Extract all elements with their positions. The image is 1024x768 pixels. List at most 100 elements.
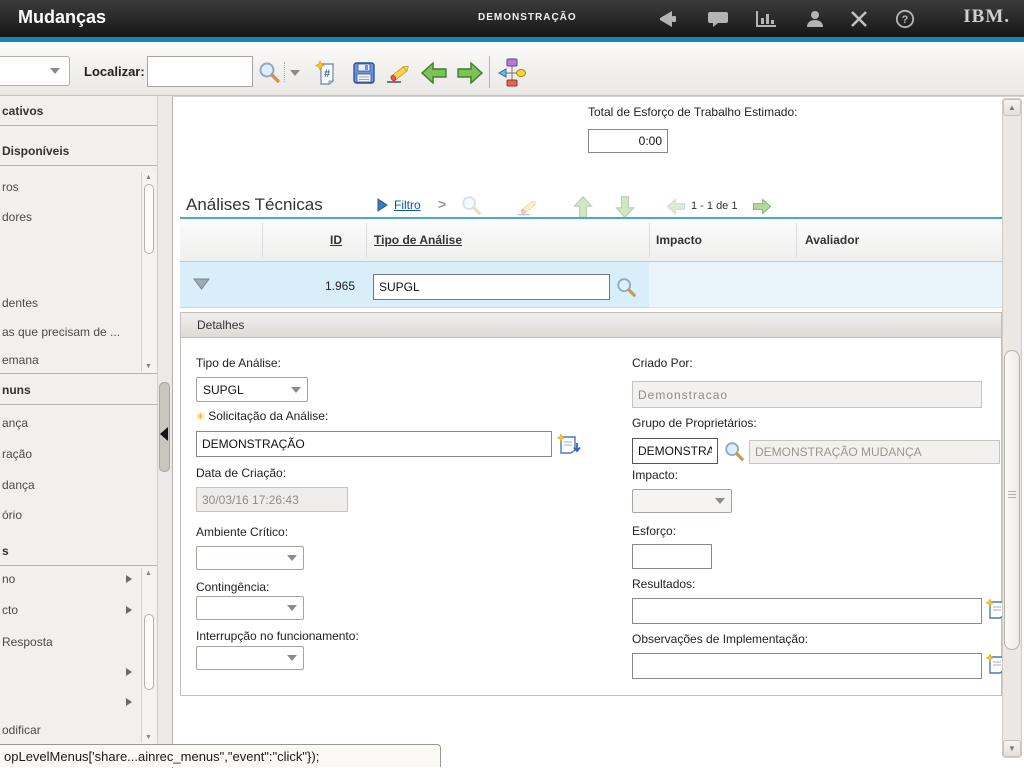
filter-chevron: >: [438, 196, 446, 212]
details-tab[interactable]: Detalhes: [181, 313, 1001, 338]
contingencia-label: Contingência:: [196, 580, 269, 594]
search-icon[interactable]: [255, 56, 283, 88]
esforco-input[interactable]: [632, 544, 712, 569]
solicitacao-input[interactable]: [196, 431, 552, 457]
table-clear-icon[interactable]: [515, 196, 541, 218]
sidebar-section-label: nuns: [0, 383, 31, 397]
scroll-down-icon[interactable]: ▼: [1003, 740, 1021, 757]
column-header-tipo[interactable]: Tipo de Análise: [374, 233, 462, 247]
grupo-input[interactable]: [632, 438, 718, 464]
ambiente-label: Ambiente Crítico:: [196, 525, 288, 539]
required-icon: ✳: [196, 411, 205, 423]
observacoes-label: Observações de Implementação:: [632, 632, 808, 646]
sidebar-section-comuns[interactable]: nuns: [0, 375, 157, 405]
sidebar-section-aplicativos[interactable]: cativos: [0, 96, 157, 126]
scrollbar-thumb[interactable]: [144, 184, 154, 254]
sidebar-item[interactable]: emana: [2, 353, 39, 367]
sidebar-collapse-icon[interactable]: [160, 427, 168, 441]
announcements-icon[interactable]: [656, 8, 682, 30]
signout-close-icon[interactable]: [846, 8, 872, 30]
filtro-link[interactable]: Filtro: [394, 198, 421, 212]
total-effort-input[interactable]: [588, 129, 668, 153]
scroll-down-icon[interactable]: ▼: [145, 734, 152, 741]
new-record-icon[interactable]: #: [312, 58, 342, 88]
solicitacao-label: ✳Solicitação da Análise:: [196, 409, 328, 423]
chevron-down-icon: [50, 68, 60, 74]
row-id-value: 1.965: [260, 279, 355, 293]
next-page-icon[interactable]: [752, 198, 772, 215]
profile-icon[interactable]: [802, 8, 828, 30]
status-bar: opLevelMenus['share...ainrec_menus","eve…: [0, 744, 441, 767]
clear-changes-icon[interactable]: [384, 58, 414, 88]
workflow-icon[interactable]: [496, 57, 528, 89]
solicitacao-longdesc-icon[interactable]: [557, 433, 581, 455]
reports-chart-icon[interactable]: [753, 8, 779, 30]
criado-por-value: Demonstracao: [638, 388, 728, 402]
search-options-caret-icon[interactable]: [290, 70, 300, 76]
row-detail-toggle-icon[interactable]: [193, 278, 210, 291]
contingencia-select[interactable]: [196, 596, 304, 620]
status-text: opLevelMenus['share...ainrec_menus","eve…: [4, 749, 319, 764]
grupo-lookup-icon[interactable]: [723, 440, 745, 462]
help-icon[interactable]: ?: [892, 8, 918, 30]
esforco-label: Esforço:: [632, 524, 676, 538]
sidebar-section-disponiveis[interactable]: Disponíveis: [0, 136, 157, 166]
sidebar-item[interactable]: as que precisam de ...: [2, 325, 120, 339]
interrupcao-select[interactable]: [196, 646, 304, 670]
sidebar-item[interactable]: dentes: [2, 296, 38, 310]
filter-expand-icon[interactable]: [377, 198, 388, 212]
sidebar-list-scrollbar[interactable]: ▲ ▼: [141, 172, 156, 372]
save-icon[interactable]: [349, 58, 379, 88]
sidebar-item[interactable]: no: [2, 572, 15, 586]
sidebar-section-acoes[interactable]: s: [0, 536, 157, 566]
scroll-up-icon[interactable]: ▲: [145, 174, 152, 181]
sidebar-section-label: cativos: [0, 104, 43, 118]
scroll-up-icon[interactable]: ▲: [1003, 99, 1021, 116]
data-criacao-field: 30/03/16 17:26:43: [196, 487, 348, 512]
row-tipo-input[interactable]: [373, 274, 610, 300]
prev-page-icon[interactable]: [666, 198, 686, 215]
section-title: Análises Técnicas: [186, 195, 323, 215]
details-tab-label: Detalhes: [197, 318, 244, 332]
pagination-label: 1 - 1 de 1: [691, 200, 737, 212]
data-criacao-value: 30/03/16 17:26:43: [202, 493, 299, 507]
svg-text:#: #: [324, 68, 330, 80]
move-down-icon[interactable]: [614, 195, 636, 219]
move-up-icon[interactable]: [572, 195, 594, 219]
criado-por-field: Demonstracao: [632, 381, 982, 408]
resultados-label: Resultados:: [632, 577, 695, 591]
sidebar-item[interactable]: ança: [2, 416, 28, 430]
sidebar-item[interactable]: ros: [2, 180, 19, 194]
tipo-analise-value: SUPGL: [203, 383, 244, 397]
sidebar-item[interactable]: ração: [2, 447, 32, 461]
main-scrollbar-thumb[interactable]: [1004, 350, 1020, 650]
sidebar-actions-scrollbar[interactable]: ▲ ▼: [141, 568, 156, 743]
sidebar-item[interactable]: ório: [2, 508, 22, 522]
column-header-id[interactable]: ID: [330, 233, 342, 247]
queries-dropdown[interactable]: [0, 56, 70, 86]
next-record-icon[interactable]: [454, 58, 486, 88]
chat-icon[interactable]: [705, 8, 731, 30]
ambiente-select[interactable]: [196, 546, 304, 570]
row-tipo-lookup-icon[interactable]: [615, 276, 637, 298]
resultados-input[interactable]: [632, 598, 982, 624]
impacto-select[interactable]: [632, 489, 732, 513]
search-input[interactable]: [147, 56, 253, 87]
column-divider: [262, 223, 263, 257]
column-divider: [649, 223, 650, 257]
scroll-down-icon[interactable]: ▼: [145, 363, 152, 370]
table-search-icon[interactable]: [460, 194, 482, 216]
sidebar-item[interactable]: dores: [2, 210, 32, 224]
sidebar-item[interactable]: Resposta: [2, 635, 53, 649]
previous-record-icon[interactable]: [418, 58, 450, 88]
sidebar-item[interactable]: odificar: [2, 723, 41, 737]
scrollbar-thumb[interactable]: [144, 614, 154, 690]
tipo-analise-select[interactable]: SUPGL: [196, 377, 308, 402]
chevron-down-icon: [287, 555, 297, 561]
observacoes-input[interactable]: [632, 653, 982, 679]
scroll-up-icon[interactable]: ▲: [145, 570, 152, 577]
interrupcao-label: Interrupção no funcionamento:: [196, 629, 359, 643]
sidebar-item[interactable]: dança: [2, 478, 35, 492]
sidebar-item[interactable]: cto: [2, 603, 18, 617]
table-header: [180, 219, 1002, 262]
